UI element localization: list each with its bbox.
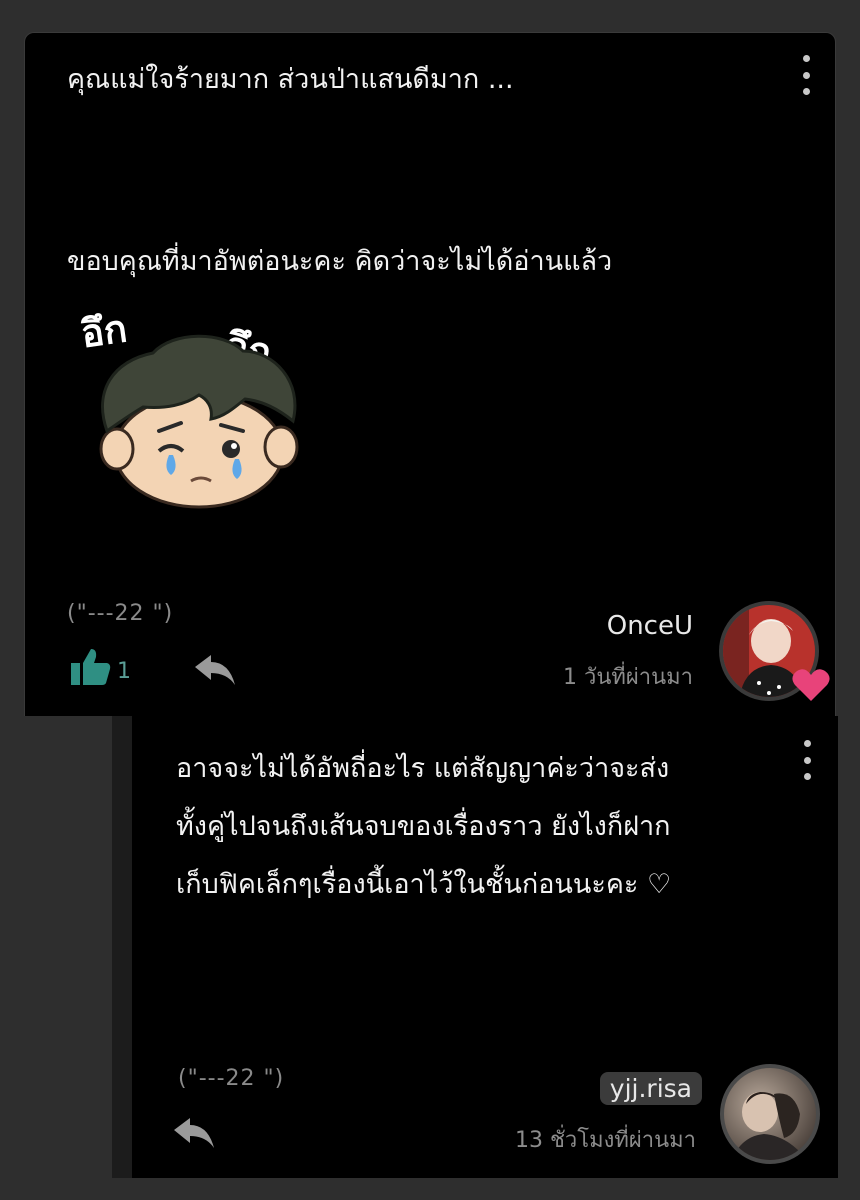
reply-card: อาจจะไม่ได้อัพถี่อะไร แต่สัญญาค่ะว่าจะส่… — [112, 716, 838, 1178]
reply-icon[interactable] — [193, 653, 237, 687]
avatar[interactable] — [719, 601, 830, 701]
reply-text-line: อาจจะไม่ได้อัพถี่อะไร แต่สัญญาค่ะว่าจะส่… — [176, 753, 670, 784]
crying-sticker-image: อึก อึก — [77, 305, 299, 509]
comment-card: คุณแม่ใจร้ายมาก ส่วนป่าแสนดีมาก ... ขอบค… — [24, 32, 836, 716]
username[interactable]: yjj.risa — [599, 1072, 702, 1105]
timestamp: 1 วันที่ผ่านมา — [562, 665, 693, 690]
chapter-reference: ("---22 ") — [178, 1066, 285, 1091]
chapter-reference: ("---22 ") — [67, 601, 174, 626]
comment-text-line: ขอบคุณที่มาอัพต่อนะคะ คิดว่าจะไม่ได้อ่าน… — [67, 246, 613, 277]
timestamp: 13 ชั่วโมงที่ผ่านมา — [515, 1128, 696, 1153]
reply-icon[interactable] — [172, 1116, 216, 1150]
comment-text-line: คุณแม่ใจร้ายมาก ส่วนป่าแสนดีมาก ... — [67, 64, 514, 95]
avatar[interactable] — [720, 1064, 820, 1164]
like-count: 1 — [117, 659, 131, 684]
username[interactable]: OnceU — [607, 611, 693, 641]
reply-text-line: เก็บฟิคเล็กๆเรื่องนี้เอาไว้ในชั้นก่อนนะค… — [176, 869, 672, 900]
reply-text-line: ทั้งคู่ไปจนถึงเส้นจบของเรื่องราว ยังไงก็… — [176, 811, 671, 842]
sticker-text: อึก — [78, 306, 130, 356]
more-options-icon[interactable] — [800, 740, 814, 780]
more-options-icon[interactable] — [799, 55, 813, 95]
thumbs-up-icon[interactable] — [69, 647, 113, 687]
heart-badge-icon — [792, 669, 830, 701]
